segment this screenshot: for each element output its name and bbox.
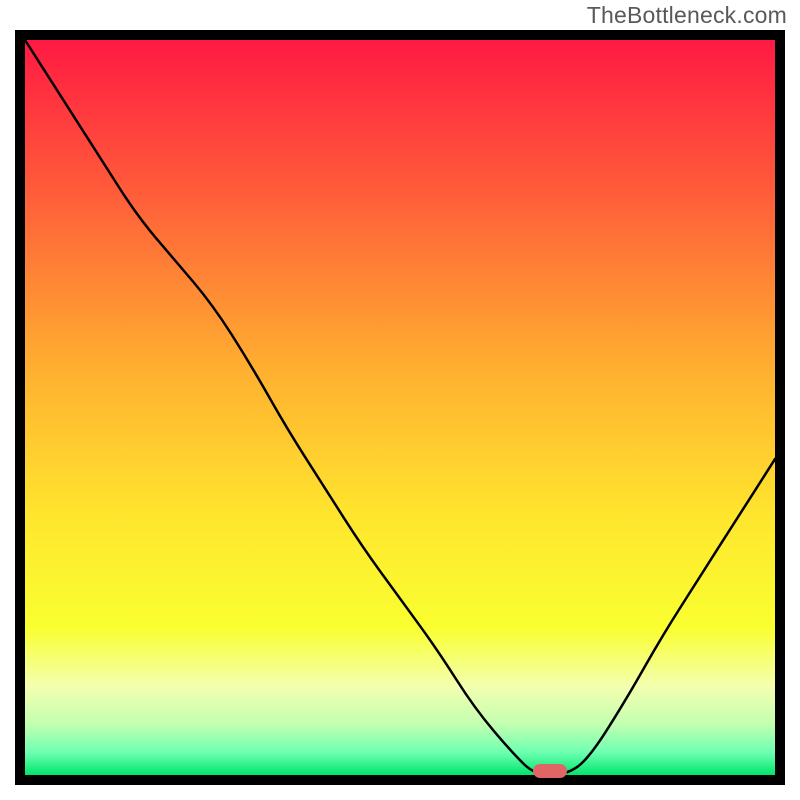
- plot-area: [25, 40, 775, 775]
- chart-container: TheBottleneck.com: [0, 0, 800, 800]
- watermark-text: TheBottleneck.com: [587, 2, 787, 29]
- optimum-marker: [533, 764, 567, 778]
- bottleneck-chart: [0, 0, 800, 800]
